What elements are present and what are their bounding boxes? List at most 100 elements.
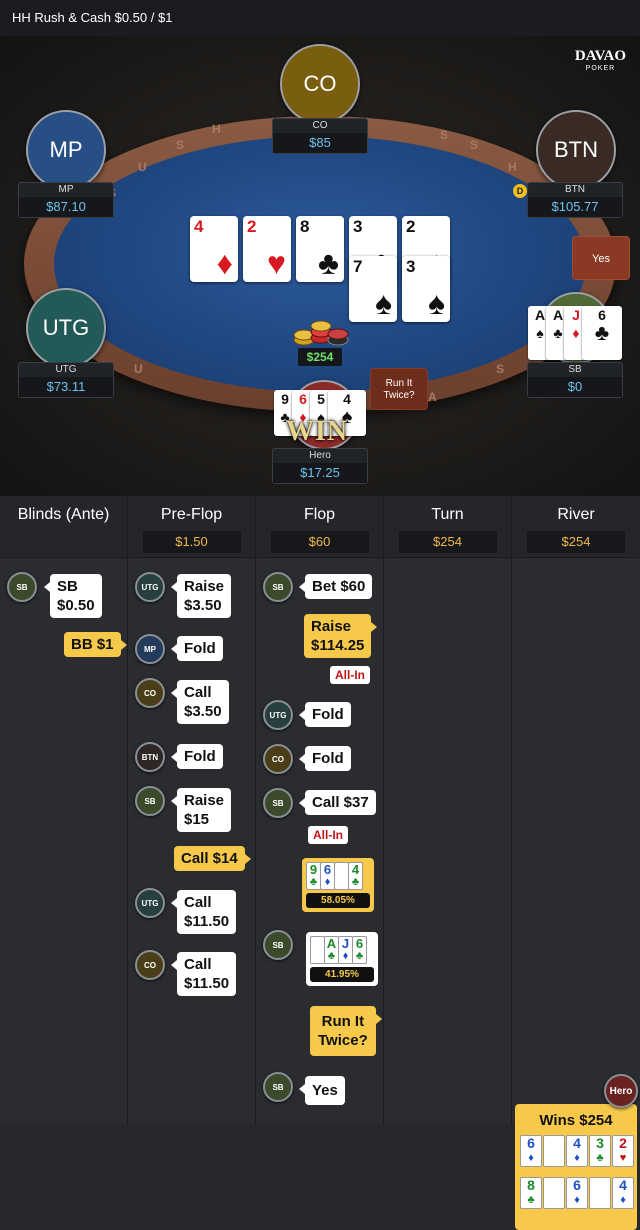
column-header: Turn $254 [384, 496, 511, 558]
column-header: Flop $60 [256, 496, 383, 558]
action-bubble: Fold [171, 636, 223, 661]
player-badge-co: CO [135, 678, 165, 708]
player-badge-co: CO [263, 744, 293, 774]
win-card: 8 ♣ [520, 1177, 542, 1209]
winning-board-run-2: 8 ♣ 7 ♠ 6 ♦ 5 ♠ 4 ♦ [520, 1177, 637, 1209]
player-badge-hero: Hero [604, 1074, 638, 1108]
equity-card: 4 ♣ [348, 862, 363, 890]
board-card: 8 ♣ [296, 216, 344, 282]
equity-card: A ♠ [310, 936, 325, 964]
rail-letter: H [212, 122, 221, 136]
action-bubble: Fold [299, 702, 351, 727]
action-bubble: Call $3.50 [171, 680, 229, 724]
hand-history-panel: Blinds (Ante) Pre-Flop $1.50 Flop $60 Turn… [0, 496, 640, 1230]
player-badge-mp: MP [135, 634, 165, 664]
yes-response-bubble: Yes [299, 1076, 345, 1105]
equity-card: 9 ♣ [306, 862, 321, 890]
player-badge-utg: UTG [263, 700, 293, 730]
btn-nameplate: BTN $105.77 [527, 182, 623, 218]
player-badge-sb: SB [135, 786, 165, 816]
player-badge-sb: SB [263, 788, 293, 818]
winning-board-run-1: 6 ♦ 5 ♠ 4 ♦ 3 ♣ 2 ♥ [520, 1135, 637, 1167]
rail-letter: U [138, 160, 147, 174]
utg-nameplate: UTG $73.11 [18, 362, 114, 398]
player-badge-utg: UTG [135, 572, 165, 602]
action-bubble: Call $11.50 [170, 952, 237, 996]
equity-card: 6 ♦ [320, 862, 335, 890]
sb-equity-box: A ♠ A ♣ J ♦ 6 ♣ 41.95% [306, 932, 378, 986]
street-pot: $254 [527, 531, 625, 553]
player-badge-sb: SB [263, 1072, 293, 1102]
equity-card: 6 ♣ [352, 936, 367, 964]
yes-button[interactable]: Yes [572, 236, 630, 280]
run-it-twice-prompt: Run It Twice? [370, 368, 428, 410]
player-badge-sb: SB [263, 572, 293, 602]
action-bubble: Call $11.50 [170, 890, 237, 934]
poker-table-scene: DAVAOPOKER H S U S A S U S H S CO CO$85 … [0, 36, 640, 496]
co-nameplate: CO $85 [272, 118, 368, 154]
rail-letter: S [470, 138, 479, 152]
win-card: 6 ♦ [520, 1135, 542, 1167]
pot-amount: $254 [298, 348, 342, 366]
run-it-twice-bubble: Run It Twice? [310, 1006, 382, 1056]
action-bubble: Fold [171, 744, 223, 769]
hero-equity-box: 9 ♣ 6 ♦ 5 ♠ 4 ♣ 58.05% [302, 858, 374, 912]
win-card: 5 ♠ [589, 1177, 611, 1209]
street-pot: $1.50 [142, 531, 241, 553]
mp-avatar[interactable]: MP [26, 110, 106, 190]
win-card: 2 ♥ [612, 1135, 634, 1167]
column-header: River $254 [512, 496, 640, 558]
wins-amount: Wins $254 [539, 1112, 613, 1129]
action-bubble: Fold [299, 746, 351, 771]
rail-letter: U [134, 362, 143, 376]
co-avatar[interactable]: CO [280, 44, 360, 124]
seat-btn[interactable]: BTN [534, 110, 618, 190]
hero-action-bubble: BB $1 [64, 632, 127, 657]
sb-nameplate: SB $0 [527, 362, 623, 398]
btn-avatar[interactable]: BTN [536, 110, 616, 190]
win-banner: WIN [286, 416, 349, 447]
board-card: 7 ♠ [349, 256, 397, 322]
action-bubble: Raise $15 [170, 788, 232, 832]
column-turn: Turn $254 [384, 496, 512, 1124]
winner-box: Wins $254 6 ♦ 5 ♠ 4 ♦ 3 ♣ 2 ♥ 8 ♣ 7 ♠ 6 ♦ 5 ♠ 4 ♦ [515, 1104, 637, 1230]
sb-equity-percent: 41.95% [310, 967, 374, 982]
rail-letter: A [428, 390, 437, 404]
board-card: 3 ♠ [402, 256, 450, 322]
equity-card: J ♦ [338, 936, 353, 964]
window-title: HH Rush & Cash $0.50 / $1 [0, 0, 640, 36]
action-bubble: Raise $3.50 [170, 574, 232, 618]
win-card: 6 ♦ [566, 1177, 588, 1209]
street-pot: $254 [398, 531, 497, 553]
all-in-label: All-In [330, 666, 370, 684]
mp-nameplate: MP $87.10 [18, 182, 114, 218]
hero-equity-percent: 58.05% [306, 893, 370, 908]
column-river: River $254 [512, 496, 640, 1124]
win-card: 4 ♦ [566, 1135, 588, 1167]
rail-letter: S [496, 362, 505, 376]
action-bubble: Bet $60 [298, 574, 373, 599]
hero-nameplate: Hero $17.25 [272, 448, 368, 484]
sb-card: 6 ♣ [582, 306, 622, 360]
equity-card: A ♣ [324, 936, 339, 964]
player-badge-utg: UTG [135, 888, 165, 918]
win-card: 3 ♣ [589, 1135, 611, 1167]
dealer-button-icon: D [513, 184, 527, 198]
win-card: 5 ♠ [543, 1135, 565, 1167]
win-card: 7 ♠ [543, 1177, 565, 1209]
column-header: Pre-Flop $1.50 [128, 496, 255, 558]
equity-card: 5 ♠ [334, 862, 349, 890]
davao-poker-logo: DAVAO POKER [574, 48, 626, 72]
action-bubble: Call $37 [299, 790, 376, 815]
chip-stack-icon [293, 320, 349, 346]
column-header: Blinds (Ante) [0, 496, 127, 558]
hero-action-bubble: Call $14 [174, 846, 251, 871]
rail-letter: S [440, 128, 449, 142]
all-in-label: All-In [308, 826, 348, 844]
seat-utg[interactable]: UTG [24, 288, 108, 368]
board-card: 2 ♥ [243, 216, 291, 282]
seat-co[interactable]: CO [278, 44, 362, 124]
utg-avatar[interactable]: UTG [26, 288, 106, 368]
win-card: 4 ♦ [612, 1177, 634, 1209]
seat-mp[interactable]: MP [24, 110, 108, 190]
